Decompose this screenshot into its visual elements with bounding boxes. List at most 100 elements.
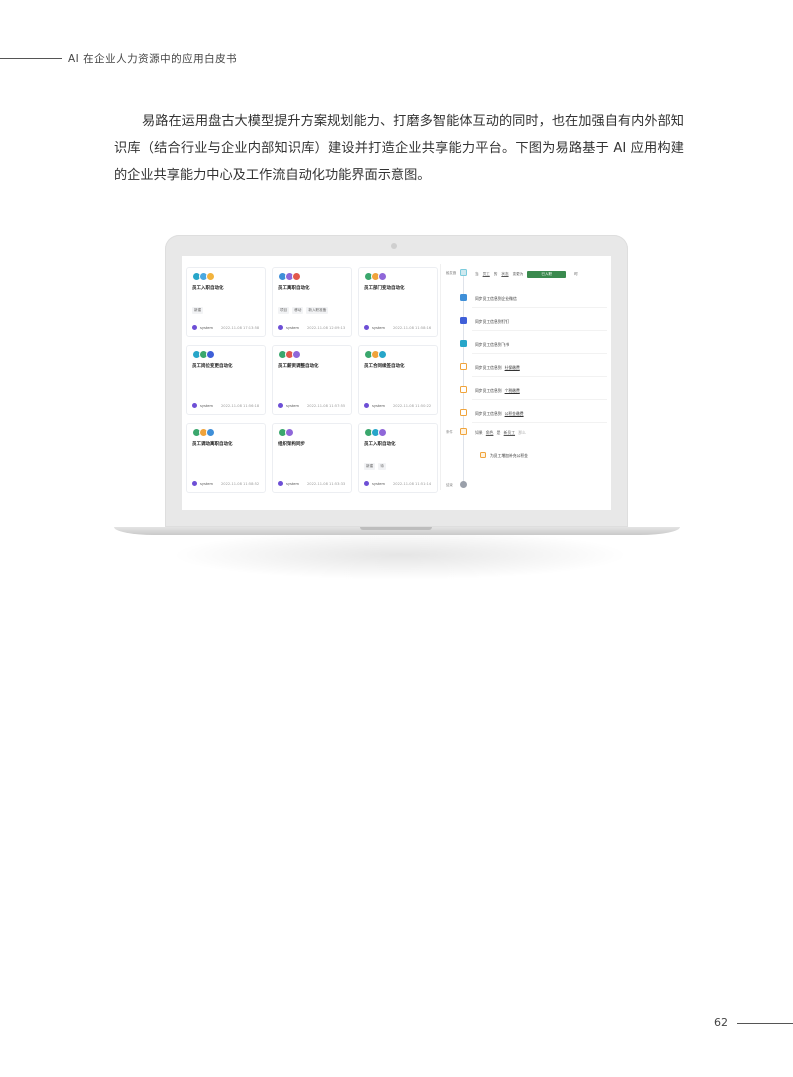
user-avatar-icon xyxy=(278,403,283,408)
step-link[interactable]: 个税缴费 xyxy=(505,388,520,393)
workflow-step[interactable]: 同步员工信息到 公积金缴费 xyxy=(475,411,524,417)
app-icon xyxy=(378,272,387,281)
step-divider xyxy=(472,353,607,354)
condition-status-button[interactable]: 已入职 xyxy=(527,271,567,278)
app-icons xyxy=(278,272,301,281)
condition-verb: 变更为 xyxy=(512,272,524,276)
app-icons xyxy=(364,350,387,359)
user-avatar-icon xyxy=(278,325,283,330)
trigger-condition: 当 员工 的 状态 变更为 已入职 时 xyxy=(475,271,578,278)
card-title: 员工合同续签自动化 xyxy=(364,364,405,369)
branch-action-icon xyxy=(480,452,486,458)
branch-label: 条件 xyxy=(446,430,453,434)
step-node-icon xyxy=(460,386,467,393)
workflow-step[interactable]: 同步员工信息到企业微信 xyxy=(475,296,517,302)
branch-condition: 如果 角色 是 新员工 那么 xyxy=(475,430,526,436)
automation-card[interactable]: 员工岗位变更自动化 system 2022-11-08 11:56:18 xyxy=(186,345,266,415)
card-title: 员工入职自动化 xyxy=(192,286,224,291)
automation-card[interactable]: 员工合同续签自动化 system 2022-11-08 11:50:22 xyxy=(358,345,438,415)
automation-card[interactable]: 员工入职自动化 新建 system 2022-11-08 17:13:58 xyxy=(186,267,266,337)
card-tag: 新入职准备 xyxy=(306,307,329,314)
body-paragraph: 易路在运用盘古大模型提升方案规划能力、打磨多智能体互动的同时，也在加强自有内外部… xyxy=(114,114,684,183)
step-divider xyxy=(472,307,607,308)
app-icons xyxy=(192,272,215,281)
step-text: 同步员工信息到飞书 xyxy=(475,342,510,347)
app-icon xyxy=(378,350,387,359)
step-node-icon xyxy=(460,363,467,370)
condition-op: 的 xyxy=(493,272,498,276)
header-title: AI 在企业人力资源中的应用白皮书 xyxy=(68,53,238,65)
card-user: system xyxy=(200,325,213,330)
footer-rule xyxy=(737,1023,793,1024)
card-meta: system 2022-11-08 11:57:55 xyxy=(278,403,345,408)
card-user: system xyxy=(286,481,299,486)
step-divider xyxy=(472,330,607,331)
branch-value[interactable]: 新员工 xyxy=(504,430,515,435)
step-node-icon xyxy=(460,317,467,324)
step-node-icon xyxy=(460,409,467,416)
automation-card[interactable]: 员工离职自动化项目 移动 新入职准备 system 2022-11-08 12:09:1… xyxy=(272,267,352,337)
card-user: system xyxy=(286,403,299,408)
end-label: 结束 xyxy=(446,483,453,487)
step-text: 同步员工信息到 xyxy=(475,411,502,416)
automation-card[interactable]: 员工调动离职自动化 system 2022-11-08 11:58:52 xyxy=(186,423,266,493)
card-tags: 新建 xyxy=(192,307,204,314)
card-user: system xyxy=(372,481,385,486)
page-number: 62 xyxy=(714,1016,728,1029)
card-title: 员工调动离职自动化 xyxy=(192,442,233,447)
end-node-icon xyxy=(460,481,467,488)
card-title: 员工部门变动自动化 xyxy=(364,286,405,291)
branch-node-icon xyxy=(460,428,467,435)
app-icon xyxy=(206,272,215,281)
card-title: 员工岗位变更自动化 xyxy=(192,364,233,369)
step-text: 同步员工信息到钉钉 xyxy=(475,319,510,324)
app-icons xyxy=(192,350,215,359)
card-meta: system 2022-11-08 17:13:58 xyxy=(192,325,259,330)
card-tag: 新建 xyxy=(364,463,376,470)
step-link[interactable]: 社保缴费 xyxy=(505,365,520,370)
branch-action[interactable]: 为员工增加补充公积金 xyxy=(490,453,528,459)
card-tag: 移动 xyxy=(292,307,304,314)
step-link[interactable]: 公积金缴费 xyxy=(505,411,524,416)
automation-card[interactable]: 员工入职自动化 新建待 system 2022-11-08 11:51:14 xyxy=(358,423,438,493)
app-icon xyxy=(292,272,301,281)
user-avatar-icon xyxy=(364,325,369,330)
card-title: 员工入职自动化 xyxy=(364,442,396,447)
step-divider xyxy=(472,376,607,377)
workflow-step[interactable]: 同步员工信息到飞书 xyxy=(475,342,509,348)
card-title: 员工离职自动化 xyxy=(278,286,310,291)
laptop-shadow xyxy=(170,530,630,580)
card-tags: 新建待 xyxy=(364,463,386,470)
branch-field[interactable]: 角色 xyxy=(486,430,494,435)
step-divider xyxy=(472,399,607,400)
card-tag: 新建 xyxy=(192,307,204,314)
condition-prefix: 当 xyxy=(475,272,479,276)
automation-card[interactable]: 组织架构同步 system 2022-11-08 11:53:33 xyxy=(272,423,352,493)
card-tags: 项目 移动 新入职准备 xyxy=(278,307,329,314)
condition-field[interactable]: 员工 xyxy=(483,272,490,277)
app-icons xyxy=(192,428,215,437)
user-avatar-icon xyxy=(192,481,197,486)
app-icon xyxy=(285,428,294,437)
trigger-label: 触发器 xyxy=(446,271,457,275)
card-timestamp: 2022-11-08 11:51:14 xyxy=(393,481,432,486)
app-icon xyxy=(378,428,387,437)
card-timestamp: 2022-11-08 11:50:22 xyxy=(393,403,432,408)
workflow-step[interactable]: 同步员工信息到钉钉 xyxy=(475,319,509,325)
branch-op: 是 xyxy=(496,430,501,435)
laptop-illustration: 触发器 当 员工 的 状态 变更为 已入职 时 同步员工信息到企业微信 同步员工信… xyxy=(165,235,628,527)
automation-card[interactable]: 员工薪资调整自动化 system 2022-11-08 11:57:55 xyxy=(272,345,352,415)
condition-value[interactable]: 状态 xyxy=(501,272,508,277)
card-timestamp: 2022-11-08 11:56:18 xyxy=(221,403,260,408)
laptop-screen: 触发器 当 员工 的 状态 变更为 已入职 时 同步员工信息到企业微信 同步员工信… xyxy=(182,256,611,510)
header-rule xyxy=(0,58,62,59)
workflow-step[interactable]: 同步员工信息到 社保缴费 xyxy=(475,365,520,371)
card-timestamp: 2022-11-08 17:13:58 xyxy=(221,325,260,330)
laptop-notch xyxy=(360,527,432,530)
user-avatar-icon xyxy=(192,325,197,330)
user-avatar-icon xyxy=(364,403,369,408)
card-meta: system 2022-11-08 12:09:13 xyxy=(278,325,345,330)
step-node-icon xyxy=(460,294,467,301)
automation-card[interactable]: 员工部门变动自动化 system 2022-11-08 11:58:16 xyxy=(358,267,438,337)
workflow-step[interactable]: 同步员工信息到 个税缴费 xyxy=(475,388,520,394)
